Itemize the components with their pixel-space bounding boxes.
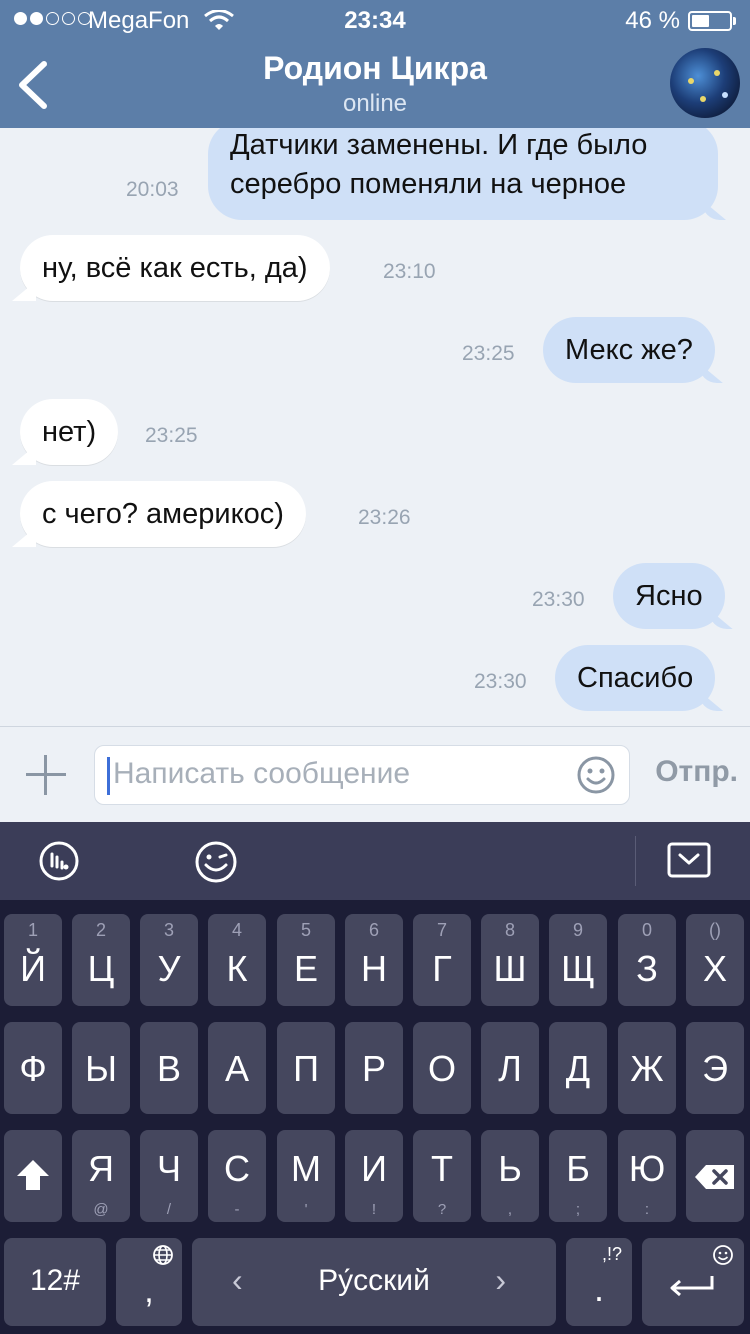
emoji-icon[interactable] [577, 756, 615, 794]
key-row2[interactable]: П [277, 1022, 335, 1114]
text-caret [107, 757, 110, 795]
key-row2[interactable]: Д [549, 1022, 607, 1114]
message-bubble-outgoing[interactable]: Мекс же? [543, 317, 715, 383]
key-row1[interactable]: 9Щ [549, 914, 607, 1006]
message-input[interactable]: Написать сообщение [94, 745, 630, 805]
key-row3[interactable]: С- [208, 1130, 266, 1222]
message-text: с чего? америкос) [42, 498, 284, 530]
key-row1[interactable]: 0З [618, 914, 676, 1006]
punctuation-hint: ,!? [601, 1244, 622, 1264]
key-row3[interactable]: Б; [549, 1130, 607, 1222]
numbers-key[interactable]: 12# [4, 1238, 106, 1326]
key-row1[interactable]: 4К [208, 914, 266, 1006]
key-row3[interactable]: Т? [413, 1130, 471, 1222]
return-key[interactable] [642, 1238, 744, 1326]
key-row3[interactable]: М ' [277, 1130, 335, 1222]
globe-icon [153, 1245, 173, 1265]
key-row2[interactable]: Ж [618, 1022, 676, 1114]
battery-icon [688, 11, 736, 31]
return-icon [670, 1276, 714, 1297]
key-row1[interactable]: () Х [686, 914, 744, 1006]
message-bubble-outgoing[interactable]: Спасибо [555, 645, 716, 711]
keyboard-toolbar [0, 822, 750, 900]
key-row3[interactable]: И! [345, 1130, 403, 1222]
key-row2[interactable]: Р [345, 1022, 403, 1114]
key-row1[interactable]: 6Н [345, 914, 403, 1006]
shift-key[interactable] [4, 1130, 62, 1222]
key-row1[interactable]: 3У [140, 914, 198, 1006]
contact-status: online [342, 90, 408, 117]
key-row2[interactable]: А [208, 1022, 266, 1114]
message-text: нет) [42, 416, 97, 448]
shift-arrow-icon [17, 1160, 49, 1190]
message-time: 23:30 [532, 588, 585, 611]
message-bubble-incoming[interactable]: ну, всё как есть, да) [20, 235, 330, 301]
message-bubble-outgoing[interactable]: Датчики заменены. И где было серебро пом… [208, 128, 718, 220]
send-button[interactable]: Отпр. [655, 755, 738, 789]
key-row1[interactable]: 5Е [277, 914, 335, 1006]
toolbar-divider [635, 836, 636, 886]
key-row2[interactable]: О [413, 1022, 471, 1114]
emoji-keyboard-icon[interactable] [194, 840, 238, 884]
message-text-line: серебро поменяли на черное [230, 168, 627, 200]
message-input-placeholder: Написать сообщение [113, 757, 411, 790]
contact-name[interactable]: Родион Цикра [0, 50, 750, 87]
key-row1[interactable]: 7Г [413, 914, 471, 1006]
battery-percent: 46 % [625, 7, 680, 34]
keyboard: 1Й 2Ц 3У 4К 5Е 6Н 7Г 8Ш 9Щ 0З () Х Ф Ы В … [0, 900, 750, 1334]
status-bar: MegaFon 23:34 46 % [0, 0, 750, 40]
key-row3[interactable]: Ь, [481, 1130, 539, 1222]
chat-header: MegaFon 23:34 46 % Родион Цикра online [0, 0, 750, 128]
key-row2[interactable]: Ф [4, 1022, 62, 1114]
space-key[interactable]: ‹ Ру́сский › [192, 1238, 556, 1326]
key-row3[interactable]: Ю: [618, 1130, 676, 1222]
message-time: 23:10 [383, 260, 436, 283]
period-key[interactable]: ,!? . [566, 1238, 632, 1326]
backspace-key[interactable] [686, 1130, 744, 1222]
key-row2[interactable]: Ы [72, 1022, 130, 1114]
message-time: 23:30 [474, 670, 527, 693]
message-text: Спасибо [577, 662, 694, 694]
hide-keyboard-icon[interactable] [667, 842, 711, 878]
backspace-icon [695, 1165, 734, 1189]
keyboard-settings-icon[interactable] [38, 840, 80, 882]
key-row3[interactable]: Я @ [72, 1130, 130, 1222]
key-row1[interactable]: 8Ш [481, 914, 539, 1006]
message-time: 23:26 [358, 506, 411, 529]
globe-comma-key[interactable]: , [116, 1238, 182, 1326]
avatar[interactable] [670, 48, 740, 118]
message-time: 23:25 [462, 342, 515, 365]
key-row1[interactable]: 2Ц [72, 914, 130, 1006]
key-row2[interactable]: В [140, 1022, 198, 1114]
message-text: ну, всё как есть, да) [42, 252, 308, 284]
message-bubble-outgoing[interactable]: Ясно [613, 563, 725, 629]
key-row3[interactable]: Ч / [140, 1130, 198, 1222]
message-bubble-incoming[interactable]: нет) [20, 399, 119, 465]
message-text: Мекс же? [565, 334, 693, 366]
key-row1[interactable]: 1Й [4, 914, 62, 1006]
message-time: 20:03 [126, 178, 179, 201]
key-row2[interactable]: Л [481, 1022, 539, 1114]
message-bubble-incoming[interactable]: с чего? америкос) [20, 481, 306, 547]
message-text-line: Датчики заменены. И где было [230, 129, 648, 161]
smiley-small-icon [713, 1245, 733, 1265]
message-time: 23:25 [145, 424, 198, 447]
message-composer: Написать сообщение Отпр. [0, 726, 750, 822]
space-right-arrow: › [495, 1262, 506, 1298]
attach-plus-icon[interactable] [26, 755, 66, 795]
message-text: Ясно [635, 580, 703, 612]
key-row2[interactable]: Э [686, 1022, 744, 1114]
message-list: Датчики заменены. И где было серебро пом… [0, 128, 750, 726]
